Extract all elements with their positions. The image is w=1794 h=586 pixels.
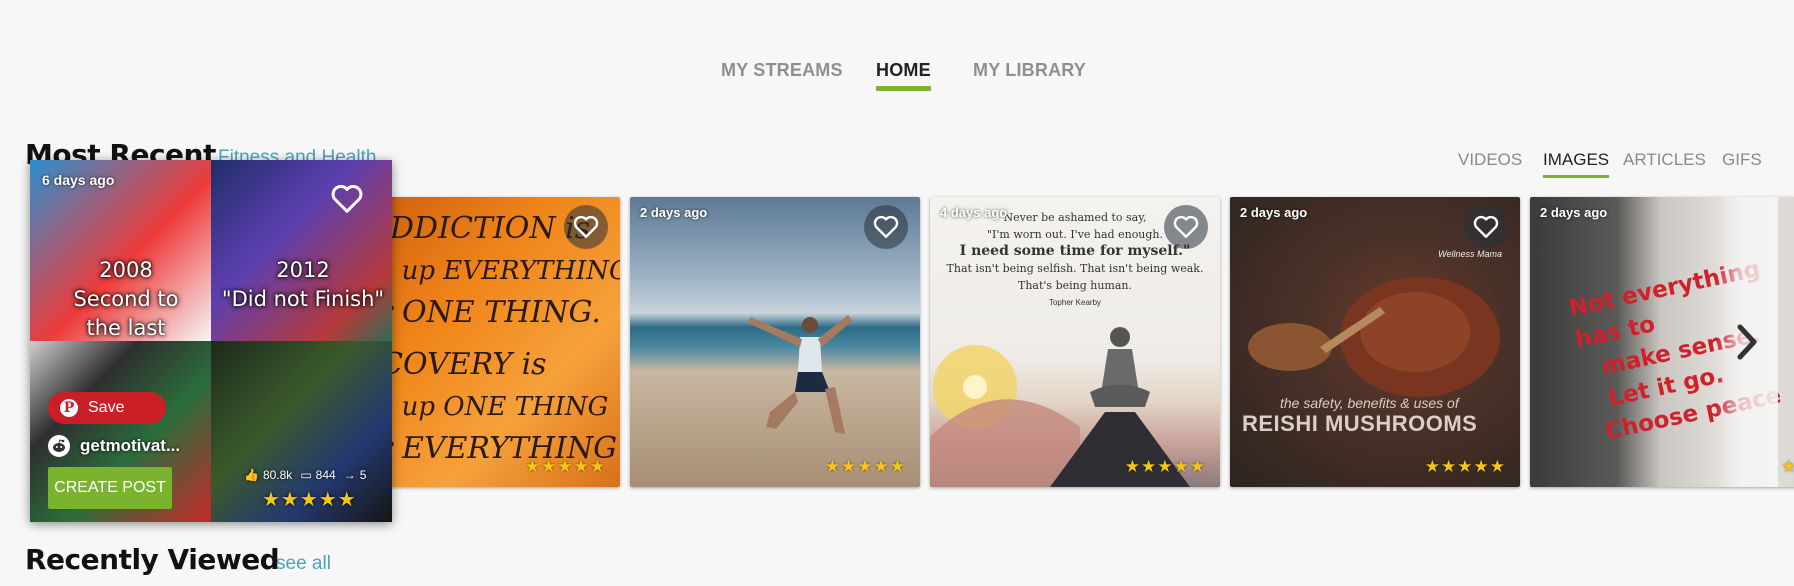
save-label: Save xyxy=(88,399,125,416)
reddit-icon xyxy=(48,435,70,457)
star-rating: ★★★★★ xyxy=(524,457,606,476)
image-card[interactable]: Never be ashamed to say, "I'm worn out. … xyxy=(930,197,1220,487)
filter-articles[interactable]: ARTICLES xyxy=(1623,150,1706,170)
see-all-link[interactable]: see all xyxy=(276,553,331,575)
card-text: ng up ONE THING xyxy=(360,392,609,422)
comments-count: 844 xyxy=(315,468,336,482)
favorite-button[interactable] xyxy=(864,205,908,249)
tab-my-streams[interactable]: MY STREAMS xyxy=(721,60,843,81)
star-rating: ★★★★★ xyxy=(824,457,906,476)
card-age: 2 days ago xyxy=(1240,205,1308,220)
heart-icon xyxy=(873,215,899,238)
tab-home[interactable]: HOME xyxy=(876,60,931,91)
brand-watermark: Wellness Mama xyxy=(1438,249,1502,259)
overlay-subtitle: the safety, benefits & uses of xyxy=(1280,395,1459,411)
filter-images[interactable]: IMAGES xyxy=(1543,150,1610,178)
card-age: 2 days ago xyxy=(640,205,708,220)
stream-nav: MY STREAMS HOME MY LIBRARY xyxy=(0,58,1794,98)
filter-videos[interactable]: VIDEOS xyxy=(1458,150,1522,170)
heart-icon xyxy=(1473,215,1499,238)
hovered-image-card[interactable]: 2008 Second to the last 2012 "Did not Fi… xyxy=(30,160,392,522)
tab-my-library[interactable]: MY LIBRARY xyxy=(973,60,1086,81)
star-rating: ★★★ xyxy=(1781,457,1794,476)
image-card[interactable]: Wellness Mama the safety, benefits & use… xyxy=(1230,197,1520,487)
engagement-stats: 👍 80.8k ▭ 844 → 5 xyxy=(244,468,366,482)
caption-left: 2008 Second to the last xyxy=(73,258,179,340)
filter-gifs[interactable]: GIFS xyxy=(1722,150,1762,170)
star-rating: ★★★★★ xyxy=(1424,457,1506,476)
chevron-right-icon xyxy=(1737,324,1757,360)
heart-icon xyxy=(1173,215,1199,238)
recently-viewed-title: Recently Viewed xyxy=(25,543,280,576)
source-link[interactable]: getmotivat... xyxy=(48,435,180,457)
star-rating: ★★★★★ xyxy=(262,489,357,511)
favorite-button[interactable] xyxy=(1164,205,1208,249)
likes-count: 80.8k xyxy=(262,468,293,482)
card-age: 2 days ago xyxy=(1540,205,1608,220)
share-icon: → xyxy=(343,468,356,482)
quote-line: That's being human. xyxy=(1018,279,1132,292)
card-text: COVERY is xyxy=(380,347,547,382)
quote-author: Topher Kearby xyxy=(1048,298,1102,307)
pinterest-icon: P xyxy=(60,399,78,417)
overlay-title: REISHI MUSHROOMS xyxy=(1242,411,1478,436)
card-age: 6 days ago xyxy=(42,172,115,188)
shares-count: 5 xyxy=(359,468,367,482)
card-text: or ONE THING. xyxy=(360,295,601,330)
heart-icon xyxy=(331,184,363,213)
quote-line: That isn't being selfish. That isn't bei… xyxy=(946,262,1204,275)
thumbs-up-icon: 👍 xyxy=(244,468,259,482)
caption-right: 2012 "Did not Finish" xyxy=(221,258,385,311)
pinterest-save-button[interactable]: P Save xyxy=(48,392,166,424)
card-text: DDICTION is xyxy=(390,211,591,246)
comment-icon: ▭ xyxy=(300,468,312,482)
card-text: ng up EVERYTHING xyxy=(360,256,620,286)
card-age: 4 days ago xyxy=(940,205,1008,220)
favorite-button[interactable] xyxy=(1464,205,1508,249)
media-filter: VIDEOS IMAGES ARTICLES GIFS xyxy=(1458,150,1778,180)
create-post-button[interactable]: CREATE POST xyxy=(48,467,172,509)
image-card[interactable]: 2 days ago ★★★★★ xyxy=(630,197,920,487)
star-rating: ★★★★★ xyxy=(1124,457,1206,476)
source-name: getmotivat... xyxy=(80,436,181,455)
card-overlay-text: the safety, benefits & uses of REISHI MU… xyxy=(1242,395,1477,437)
favorite-button[interactable] xyxy=(330,184,364,219)
favorite-button[interactable] xyxy=(564,205,608,249)
carousel-next-button[interactable] xyxy=(1716,197,1778,487)
heart-icon xyxy=(573,215,599,238)
